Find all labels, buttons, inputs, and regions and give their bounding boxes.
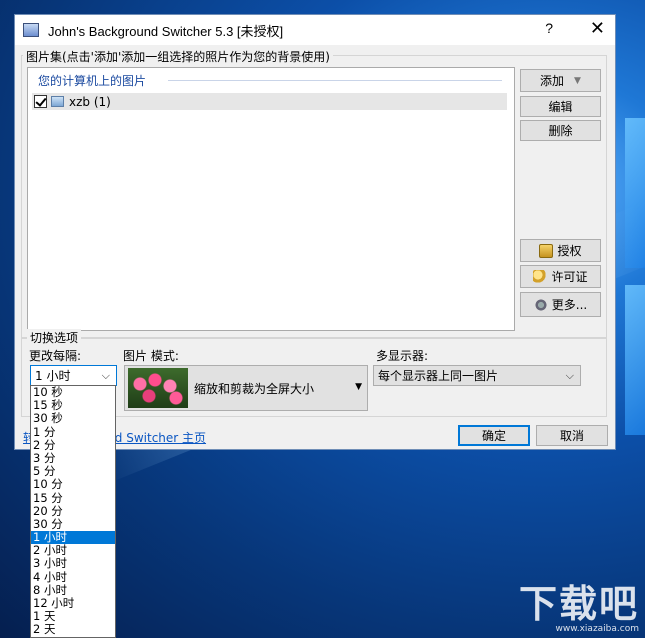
mode-label: 图片 模式: xyxy=(123,349,179,363)
windows-logo-pane xyxy=(625,285,645,435)
help-button[interactable]: ? xyxy=(545,20,553,36)
license-cert-button[interactable]: 许可证 xyxy=(520,265,601,288)
mode-preview-thumbnail xyxy=(128,368,188,408)
delete-button[interactable]: 删除 xyxy=(520,120,601,141)
cancel-button[interactable]: 取消 xyxy=(536,425,608,446)
monitor-label: 多显示器: xyxy=(376,349,429,363)
edit-button-label: 编辑 xyxy=(548,100,573,114)
interval-option[interactable]: 2 分 xyxy=(31,438,115,452)
interval-label: 更改每隔: xyxy=(29,349,82,363)
chevron-down-icon: ▼ xyxy=(574,75,581,86)
edit-button[interactable]: 编辑 xyxy=(520,96,601,117)
item-checkbox[interactable] xyxy=(34,95,47,108)
add-button-label: 添加 xyxy=(540,74,565,88)
collection-list[interactable]: 您的计算机上的图片 xzb (1) xyxy=(27,67,515,331)
chevron-down-icon: ⌵ xyxy=(565,369,574,382)
license-cert-button-label: 许可证 xyxy=(551,270,588,284)
interval-option[interactable]: 20 分 xyxy=(31,504,115,518)
license-button[interactable]: 授权 xyxy=(520,239,601,262)
close-button[interactable]: ✕ xyxy=(590,18,605,39)
interval-option[interactable]: 4 小时 xyxy=(31,570,115,584)
gear-icon xyxy=(533,297,548,312)
list-header: 您的计算机上的图片 xyxy=(38,74,147,88)
ok-button[interactable]: 确定 xyxy=(458,425,530,446)
list-item[interactable]: xzb (1) xyxy=(32,93,507,110)
license-button-label: 授权 xyxy=(557,244,582,258)
lock-icon xyxy=(539,243,554,258)
interval-option[interactable]: 30 秒 xyxy=(31,412,115,425)
add-button[interactable]: 添加 ▼ xyxy=(520,69,601,92)
folder-icon xyxy=(51,96,64,107)
delete-button-label: 删除 xyxy=(548,124,573,138)
watermark: 下载吧 www.xiazaiba.com xyxy=(519,573,639,634)
interval-select-value: 1 小时 xyxy=(35,369,71,383)
chevron-down-icon: ⌵ xyxy=(101,369,110,382)
interval-option[interactable]: 3 小时 xyxy=(31,557,115,570)
cancel-button-label: 取消 xyxy=(559,429,584,443)
mode-select-value: 缩放和剪裁为全屏大小 xyxy=(194,381,315,396)
options-group-label: 切换选项 xyxy=(27,329,82,346)
interval-option[interactable]: 15 分 xyxy=(31,491,115,505)
picture-mode-select[interactable]: 缩放和剪裁为全屏大小 ▼ xyxy=(124,365,368,411)
window-title: John's Background Switcher 5.3 [未授权] xyxy=(48,23,284,39)
interval-option[interactable]: 10 分 xyxy=(31,478,115,491)
interval-select[interactable]: 1 小时 ⌵ xyxy=(30,365,117,386)
interval-option[interactable]: 2 天 xyxy=(31,623,115,636)
caret-down-icon: ▼ xyxy=(355,382,362,392)
monitor-select[interactable]: 每个显示器上同一图片 ⌵ xyxy=(373,365,581,386)
app-icon xyxy=(23,23,39,37)
title-bar[interactable]: John's Background Switcher 5.3 [未授权] ? ✕ xyxy=(15,15,615,45)
list-header-divider xyxy=(168,80,502,81)
key-icon xyxy=(533,269,548,284)
more-button[interactable]: 更多... xyxy=(520,292,601,317)
monitor-select-value: 每个显示器上同一图片 xyxy=(378,369,499,383)
watermark-text: 下载吧 xyxy=(518,582,639,626)
interval-option[interactable]: 1 分 xyxy=(31,425,115,439)
list-item-label: xzb (1) xyxy=(69,94,111,109)
ok-button-label: 确定 xyxy=(481,429,506,443)
collection-group-label: 图片集(点击'添加'添加一组选择的照片作为您的背景使用) xyxy=(23,48,333,65)
interval-dropdown-list[interactable]: 10 秒 15 秒 30 秒1 分2 分3 分5 分 10 分 15 分 20 分 30 分… xyxy=(30,385,116,638)
more-button-label: 更多... xyxy=(551,298,588,312)
